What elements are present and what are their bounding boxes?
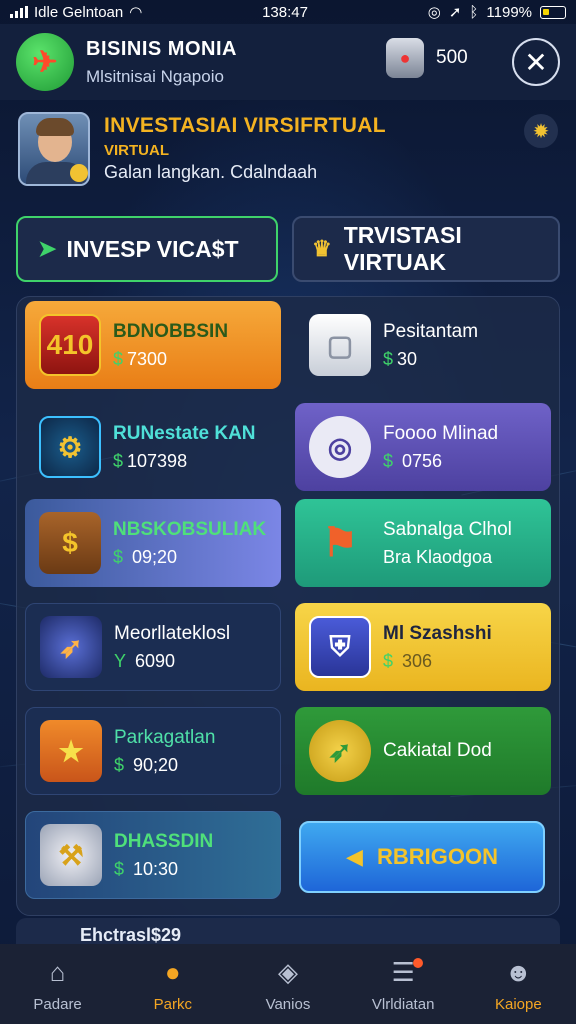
play-icon: ➤ xyxy=(38,236,57,261)
rbrigoon-button[interactable]: ◀ RBRIGOON xyxy=(299,821,545,893)
card-price: $7300 xyxy=(113,348,168,369)
nav-label: Vanios xyxy=(265,995,311,1013)
list-icon: ☰ xyxy=(391,956,415,987)
card-name: Sabnalga Clhol xyxy=(383,518,512,540)
cube-icon: ◈ xyxy=(277,956,298,987)
investment-card[interactable]: ➶ Meorllateklosl Y 6090 xyxy=(25,603,281,691)
battery-percent: 1199% xyxy=(486,3,532,21)
nav-label: Padare xyxy=(33,995,82,1013)
wifi-icon: ◠ xyxy=(129,4,143,21)
nav-item-people[interactable]: ☻ Kaiope xyxy=(468,956,568,1013)
profile-section: INVESTASIAI VIRSIFRTUAL VIRTUAL Galan la… xyxy=(18,112,560,188)
card-subtitle: Bra Klaodgoa xyxy=(383,546,493,567)
investment-card[interactable]: ◎ Foooo Mlinad $ 0756 xyxy=(295,403,551,491)
nav-label: Parkc xyxy=(153,995,192,1013)
app-subtitle: Mlsitnisai Ngapoio xyxy=(86,66,224,86)
tab-virtual-label: TRVISTASI VIRTUAK xyxy=(343,222,462,275)
investment-card[interactable]: ▢ Pesitantam $30 xyxy=(295,301,551,389)
profile-description: Galan langkan. Cdalndaah xyxy=(104,162,318,182)
card-price: $ 09;20 xyxy=(113,546,178,567)
app-header: ✈ BISINIS MONIA Mlsitnisai Ngapoio ● 500… xyxy=(0,24,576,100)
card-price: $ 10:30 xyxy=(114,858,179,879)
card-price: $107398 xyxy=(113,450,188,471)
card-price: $ 0756 xyxy=(383,450,443,471)
investment-card[interactable]: ⚒ DHASSDIN $ 10:30 xyxy=(25,811,281,899)
trophy-icon: ♛ xyxy=(312,236,332,261)
star-shield-icon: ★ xyxy=(40,720,102,782)
close-button[interactable]: ✕ xyxy=(512,38,560,86)
robot-coin-icon: ● xyxy=(386,38,424,78)
investment-card[interactable]: ⚑ Sabnalga Clhol Bra Klaodgoa xyxy=(295,499,551,587)
card-name: BDNOBBSIN xyxy=(113,320,229,342)
arrow-icon: ◀ xyxy=(346,844,363,869)
box-icon: ▢ xyxy=(309,314,371,376)
carrier-label: Idle Gelntoan xyxy=(34,3,124,21)
nav-label: Kaiope xyxy=(494,995,542,1013)
alarm-icon: ◎ xyxy=(427,4,441,21)
location-icon: ➚ xyxy=(448,4,462,21)
coin-count: 500 xyxy=(436,47,468,68)
profile-tag: VIRTUAL xyxy=(104,142,169,159)
card-price: $ 90;20 xyxy=(114,754,179,775)
shield-icon: ⛨ xyxy=(309,616,371,678)
tab-virtual[interactable]: ♛ TRVISTASI VIRTUAK xyxy=(292,216,560,282)
investment-card[interactable]: ⛨ Ml Szashshi $ 306 xyxy=(295,603,551,691)
nav-label: Vlrldiatan xyxy=(371,995,435,1013)
card-price: Y 6090 xyxy=(114,650,176,671)
investment-card[interactable]: ⚙ RUNestate KAN $107398 xyxy=(25,403,281,491)
signal-icon xyxy=(10,6,28,18)
money-bag-icon: $ xyxy=(39,512,101,574)
people-icon: ☻ xyxy=(504,956,533,987)
shield-badge-icon: 410 xyxy=(39,314,101,376)
flag-pin-icon: ⚑ xyxy=(322,521,358,565)
rocket-ring-icon: ➶ xyxy=(309,720,371,782)
investment-card[interactable]: $ NBSKOBSULIAK $ 09;20 xyxy=(25,499,281,587)
nav-item-home[interactable]: ⌂ Padare xyxy=(8,956,108,1013)
card-price: $ 306 xyxy=(383,650,433,671)
nav-item-chat[interactable]: ● Parkc xyxy=(123,956,223,1013)
avatar[interactable] xyxy=(18,112,90,186)
tab-invest-label: INVESP VICA$T xyxy=(66,235,239,262)
settings-button[interactable]: ✹ xyxy=(524,114,558,148)
peek-item: Ehctrasl$29 xyxy=(16,918,560,944)
card-name: Ml Szashshi xyxy=(383,622,492,644)
investment-card[interactable]: ➶ Cakiatal Dod xyxy=(295,707,551,795)
app-title: BISINIS MONIA xyxy=(86,37,237,60)
card-name: Foooo Mlinad xyxy=(383,422,499,444)
notification-dot xyxy=(413,957,424,968)
card-name: Meorllateklosl xyxy=(114,622,231,644)
card-price: $30 xyxy=(383,348,418,369)
gears-icon: ⚙ xyxy=(39,416,101,478)
target-icon: ◎ xyxy=(309,416,371,478)
card-name: RUNestate KAN xyxy=(113,422,256,444)
battery-icon xyxy=(540,5,566,19)
rbrigoon-label: RBRIGOON xyxy=(376,844,498,869)
close-icon: ✕ xyxy=(524,46,548,78)
investment-card[interactable]: ★ Parkagatlan $ 90;20 xyxy=(25,707,281,795)
coin-balance[interactable]: ● 500 xyxy=(386,38,468,78)
app-logo: ✈ xyxy=(16,33,74,91)
card-name: Cakiatal Dod xyxy=(383,740,492,761)
chat-icon: ● xyxy=(164,956,181,987)
card-name: Pesitantam xyxy=(383,320,479,342)
card-name: NBSKOBSULIAK xyxy=(113,518,267,540)
card-name: Parkagatlan xyxy=(114,726,216,748)
home-icon: ⌂ xyxy=(49,956,66,987)
nav-item-cube[interactable]: ◈ Vanios xyxy=(238,956,338,1013)
bluetooth-icon: ᛒ xyxy=(469,3,479,21)
rocket-icon: ➶ xyxy=(40,616,102,678)
investment-card[interactable]: 410 BDNOBBSIN $7300 xyxy=(25,301,281,389)
tool-icon: ⚒ xyxy=(40,824,102,886)
status-time: 138:47 xyxy=(262,3,308,21)
bottom-nav: ⌂ Padare ● Parkc ◈ Vanios ☰ Vlrldiatan ☻… xyxy=(0,944,576,1024)
card-name: DHASSDIN xyxy=(114,830,214,852)
status-bar: Idle Gelntoan ◠ 138:47 ◎ ➚ ᛒ 1199% xyxy=(0,0,576,24)
investment-panel: 410 BDNOBBSIN $7300 ▢ Pesitantam $30 ⚙ R… xyxy=(16,296,560,916)
nav-item-list[interactable]: ☰ Vlrldiatan xyxy=(353,956,453,1013)
profile-title: INVESTASIAI VIRSIFRTUAL xyxy=(104,114,386,137)
gear-icon: ✹ xyxy=(532,120,550,143)
tab-invest[interactable]: ➤ INVESP VICA$T xyxy=(16,216,278,282)
